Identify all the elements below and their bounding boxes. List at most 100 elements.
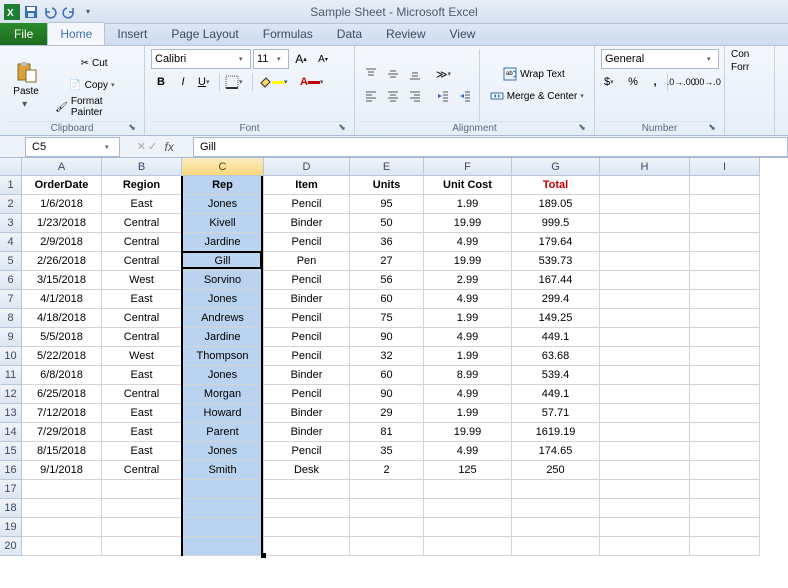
- copy-button[interactable]: 📄Copy▾: [50, 75, 138, 95]
- tab-insert[interactable]: Insert: [105, 23, 159, 45]
- cell[interactable]: [690, 480, 760, 499]
- paste-button[interactable]: Paste ▾: [6, 49, 46, 121]
- column-header-B[interactable]: B: [102, 158, 182, 176]
- cell[interactable]: Central: [102, 385, 182, 404]
- cell[interactable]: [600, 518, 690, 537]
- cell[interactable]: 35: [350, 442, 424, 461]
- cell[interactable]: 4.99: [424, 328, 512, 347]
- cell[interactable]: East: [102, 290, 182, 309]
- align-top-button[interactable]: [361, 64, 381, 84]
- cell[interactable]: 19.99: [424, 252, 512, 271]
- font-name-combo[interactable]: Calibri▾: [151, 49, 251, 69]
- cell[interactable]: 8/15/2018: [22, 442, 102, 461]
- cell[interactable]: Central: [102, 309, 182, 328]
- cell[interactable]: Binder: [264, 423, 350, 442]
- cell[interactable]: Binder: [264, 290, 350, 309]
- cell[interactable]: [102, 537, 182, 556]
- cell[interactable]: [182, 518, 264, 537]
- cell[interactable]: [22, 518, 102, 537]
- cell[interactable]: 299.4: [512, 290, 600, 309]
- row-header[interactable]: 7: [0, 290, 22, 309]
- formula-input[interactable]: Gill: [193, 137, 788, 157]
- dialog-launcher-icon[interactable]: ⬊: [576, 122, 588, 134]
- cell[interactable]: Gill: [182, 252, 264, 271]
- cell[interactable]: [102, 518, 182, 537]
- save-icon[interactable]: [23, 4, 39, 20]
- cell[interactable]: Pencil: [264, 195, 350, 214]
- cell[interactable]: Jardine: [182, 328, 264, 347]
- cell[interactable]: Howard: [182, 404, 264, 423]
- cell[interactable]: 4.99: [424, 442, 512, 461]
- cell[interactable]: 449.1: [512, 328, 600, 347]
- cell[interactable]: 75: [350, 309, 424, 328]
- cell[interactable]: 1.99: [424, 309, 512, 328]
- dialog-launcher-icon[interactable]: ⬊: [706, 122, 718, 134]
- cell[interactable]: Pencil: [264, 233, 350, 252]
- cell[interactable]: Binder: [264, 366, 350, 385]
- tab-home[interactable]: Home: [47, 22, 105, 45]
- cell[interactable]: [690, 347, 760, 366]
- accounting-format-button[interactable]: $▾: [601, 72, 621, 92]
- cell[interactable]: [600, 537, 690, 556]
- cell[interactable]: [264, 499, 350, 518]
- cell[interactable]: 56: [350, 271, 424, 290]
- tab-formulas[interactable]: Formulas: [251, 23, 325, 45]
- cell[interactable]: [600, 290, 690, 309]
- cell[interactable]: [690, 442, 760, 461]
- cell[interactable]: [182, 537, 264, 556]
- row-header[interactable]: 15: [0, 442, 22, 461]
- row-header[interactable]: 6: [0, 271, 22, 290]
- column-header-A[interactable]: A: [22, 158, 102, 176]
- cell[interactable]: 95: [350, 195, 424, 214]
- increase-indent-button[interactable]: [455, 86, 475, 106]
- cell[interactable]: [600, 233, 690, 252]
- cell[interactable]: [102, 499, 182, 518]
- cell[interactable]: Morgan: [182, 385, 264, 404]
- column-header-C[interactable]: C: [182, 158, 264, 176]
- cell[interactable]: 36: [350, 233, 424, 252]
- cell[interactable]: 90: [350, 328, 424, 347]
- cell[interactable]: 19.99: [424, 423, 512, 442]
- enter-icon[interactable]: ✓: [148, 140, 157, 153]
- cell[interactable]: 4.99: [424, 290, 512, 309]
- align-center-button[interactable]: [383, 86, 403, 106]
- cell[interactable]: [512, 499, 600, 518]
- cell[interactable]: [690, 271, 760, 290]
- cell[interactable]: [690, 423, 760, 442]
- cell[interactable]: 81: [350, 423, 424, 442]
- row-header[interactable]: 16: [0, 461, 22, 480]
- cell[interactable]: [600, 195, 690, 214]
- row-header[interactable]: 1: [0, 176, 22, 195]
- borders-button[interactable]: ▾: [222, 72, 250, 92]
- redo-icon[interactable]: [61, 4, 77, 20]
- cell[interactable]: [424, 537, 512, 556]
- cell[interactable]: [512, 537, 600, 556]
- cell[interactable]: [600, 176, 690, 195]
- insert-function-button[interactable]: fx: [159, 140, 179, 154]
- cell[interactable]: [264, 537, 350, 556]
- cell[interactable]: [600, 385, 690, 404]
- cell[interactable]: [182, 499, 264, 518]
- row-header[interactable]: 11: [0, 366, 22, 385]
- cell[interactable]: 29: [350, 404, 424, 423]
- cell[interactable]: Jones: [182, 442, 264, 461]
- cell[interactable]: 5/22/2018: [22, 347, 102, 366]
- cell[interactable]: 189.05: [512, 195, 600, 214]
- column-header-F[interactable]: F: [424, 158, 512, 176]
- cell[interactable]: [22, 499, 102, 518]
- conditional-formatting-partial[interactable]: Con: [731, 49, 749, 60]
- cell[interactable]: [600, 423, 690, 442]
- cell[interactable]: Jardine: [182, 233, 264, 252]
- cell[interactable]: Smith: [182, 461, 264, 480]
- row-header[interactable]: 3: [0, 214, 22, 233]
- cell[interactable]: Central: [102, 252, 182, 271]
- cell[interactable]: 57.71: [512, 404, 600, 423]
- column-header-I[interactable]: I: [690, 158, 760, 176]
- cell[interactable]: 7/12/2018: [22, 404, 102, 423]
- cell[interactable]: [600, 442, 690, 461]
- row-header[interactable]: 18: [0, 499, 22, 518]
- row-header[interactable]: 19: [0, 518, 22, 537]
- align-right-button[interactable]: [405, 86, 425, 106]
- cell[interactable]: [264, 480, 350, 499]
- cell[interactable]: [600, 404, 690, 423]
